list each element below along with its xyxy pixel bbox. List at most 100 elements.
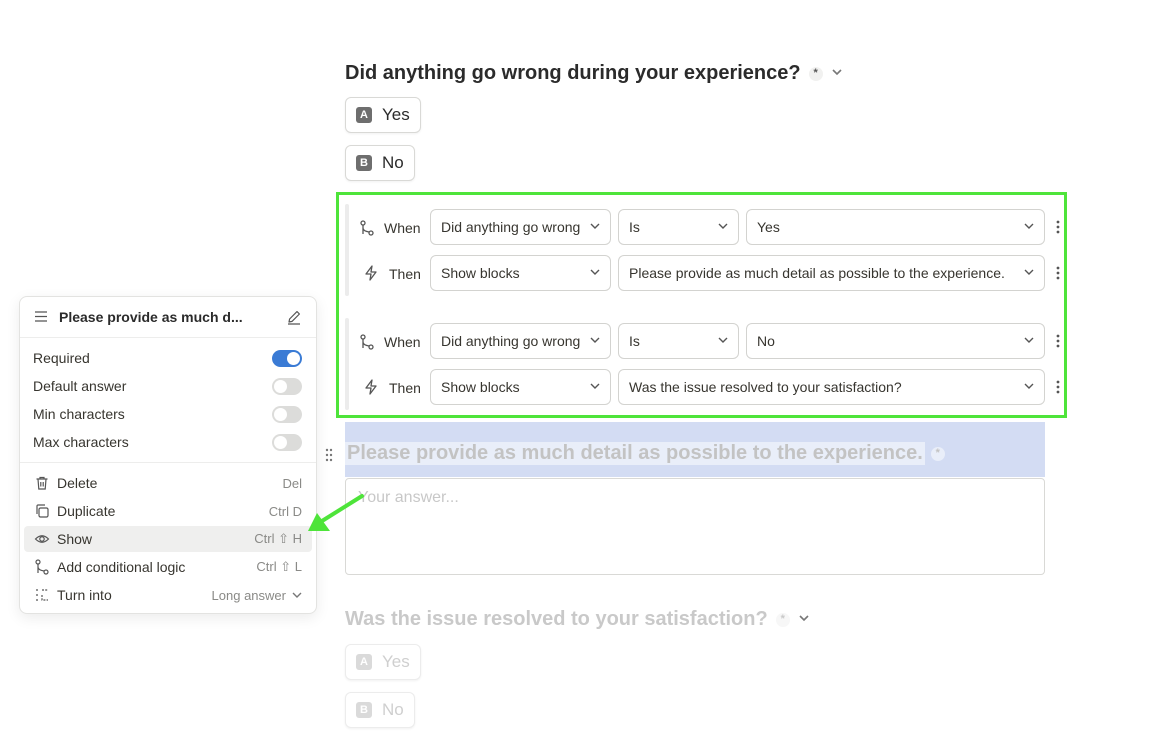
menu-item-label: Show <box>57 531 93 547</box>
max-characters-toggle[interactable] <box>272 433 302 451</box>
select-value: Did anything go wrong during your experi… <box>441 219 582 235</box>
required-asterisk: * <box>930 446 945 461</box>
when-question-select[interactable]: Did anything go wrong during your experi… <box>430 209 611 245</box>
menu-item-label: Turn into <box>57 587 112 603</box>
annotation-arrow-icon <box>308 494 364 531</box>
setting-default-answer[interactable]: Default answer <box>24 373 312 399</box>
menu-title: Please provide as much d... <box>59 309 243 325</box>
chevron-down-icon <box>590 223 600 229</box>
value-select[interactable]: Yes <box>746 209 1045 245</box>
choice-yes[interactable]: A Yes <box>345 644 421 680</box>
menu-item-turn-into[interactable]: Turn into Long answer <box>24 582 312 608</box>
menu-item-add-conditional-logic[interactable]: Add conditional logic Ctrl ⇧ L <box>24 554 312 580</box>
chevron-down-icon <box>1024 383 1034 389</box>
question-1-title-text: Did anything go wrong during your experi… <box>345 62 801 84</box>
then-label: Then <box>389 380 421 396</box>
select-value: No <box>757 333 775 349</box>
setting-label: Required <box>33 350 90 366</box>
menu-header: Please provide as much d... <box>20 297 316 338</box>
choice-key: B <box>356 702 372 718</box>
menu-divider <box>20 462 316 463</box>
choice-yes[interactable]: A Yes <box>345 97 421 133</box>
chevron-down-icon <box>590 269 600 275</box>
menu-icon <box>35 311 47 322</box>
branch-icon <box>360 334 374 350</box>
when-question-select[interactable]: Did anything go wrong during your experi… <box>430 323 611 359</box>
select-value: Was the issue resolved to your satisfact… <box>629 379 902 395</box>
select-value: Did anything go wrong during your experi… <box>441 333 582 349</box>
required-asterisk: * <box>808 66 823 81</box>
chevron-down-icon <box>590 383 600 389</box>
menu-item-show[interactable]: Show Ctrl ⇧ H <box>24 526 312 552</box>
menu-item-shortcut: Ctrl ⇧ H <box>254 531 302 546</box>
question-2-title[interactable]: Please provide as much detail as possibl… <box>345 442 945 465</box>
lightning-icon <box>365 265 377 281</box>
setting-label: Default answer <box>33 378 127 394</box>
more-options-icon[interactable] <box>1056 266 1060 280</box>
setting-label: Max characters <box>33 434 129 450</box>
question-2-title-text: Please provide as much detail as possibl… <box>345 442 925 465</box>
min-characters-toggle[interactable] <box>272 405 302 423</box>
trash-icon <box>36 476 48 490</box>
more-options-icon[interactable] <box>1056 334 1060 348</box>
default-answer-toggle[interactable] <box>272 377 302 395</box>
action-select[interactable]: Show blocks <box>430 255 611 291</box>
operator-select[interactable]: Is <box>618 323 739 359</box>
select-value: Is <box>629 219 640 235</box>
menu-item-shortcut: Ctrl ⇧ L <box>256 559 302 574</box>
chevron-down-icon <box>718 223 728 229</box>
edit-icon[interactable] <box>286 309 302 325</box>
setting-min-characters[interactable]: Min characters <box>24 401 312 427</box>
block-options-menu: Please provide as much d... Required Def… <box>19 296 317 614</box>
required-asterisk: * <box>775 612 790 627</box>
choice-label: No <box>382 153 404 172</box>
select-value: Show blocks <box>441 379 520 395</box>
menu-item-delete[interactable]: Delete Del <box>24 470 312 496</box>
action-select[interactable]: Show blocks <box>430 369 611 405</box>
target-block-select[interactable]: Was the issue resolved to your satisfact… <box>618 369 1045 405</box>
question-3-title[interactable]: Was the issue resolved to your satisfact… <box>345 608 810 631</box>
chevron-down-icon[interactable] <box>798 612 810 627</box>
duplicate-icon <box>36 504 49 518</box>
question-1-title[interactable]: Did anything go wrong during your experi… <box>345 62 843 85</box>
required-toggle[interactable] <box>272 349 302 367</box>
question-3-title-text: Was the issue resolved to your satisfact… <box>345 608 768 630</box>
branch-icon <box>35 559 49 575</box>
chevron-down-icon <box>590 337 600 343</box>
menu-item-label: Delete <box>57 475 98 491</box>
when-label: When <box>384 334 421 350</box>
then-label: Then <box>389 266 421 282</box>
choice-no[interactable]: B No <box>345 145 415 181</box>
more-options-icon[interactable] <box>1056 380 1060 394</box>
target-block-select[interactable]: Please provide as much detail as possibl… <box>618 255 1045 291</box>
choice-no[interactable]: B No <box>345 692 415 728</box>
chevron-down-icon <box>1024 223 1034 229</box>
menu-item-shortcut: Long answer <box>211 587 286 603</box>
when-label: When <box>384 220 421 236</box>
choice-key: A <box>356 107 372 123</box>
transform-icon <box>36 589 48 601</box>
select-value: Show blocks <box>441 265 520 281</box>
value-select[interactable]: No <box>746 323 1045 359</box>
menu-item-label: Add conditional logic <box>57 559 186 575</box>
choice-key: A <box>356 654 372 670</box>
operator-select[interactable]: Is <box>618 209 739 245</box>
select-value: Please provide as much detail as possibl… <box>629 265 1005 281</box>
chevron-down-icon <box>1024 269 1034 275</box>
logic-rule-bar <box>345 204 349 296</box>
setting-required[interactable]: Required <box>24 345 312 371</box>
more-options-icon[interactable] <box>1056 220 1060 234</box>
chevron-down-icon <box>718 337 728 343</box>
chevron-down-icon <box>292 592 302 598</box>
lightning-icon <box>365 379 377 395</box>
setting-max-characters[interactable]: Max characters <box>24 429 312 455</box>
drag-handle-icon[interactable] <box>325 448 333 462</box>
choice-label: Yes <box>382 652 410 671</box>
chevron-down-icon[interactable] <box>831 66 843 81</box>
menu-item-duplicate[interactable]: Duplicate Ctrl D <box>24 498 312 524</box>
menu-item-label: Duplicate <box>57 503 116 519</box>
long-answer-placeholder: Your answer... <box>358 489 459 506</box>
eye-icon <box>34 535 50 543</box>
select-value: Is <box>629 333 640 349</box>
select-value: Yes <box>757 219 780 235</box>
